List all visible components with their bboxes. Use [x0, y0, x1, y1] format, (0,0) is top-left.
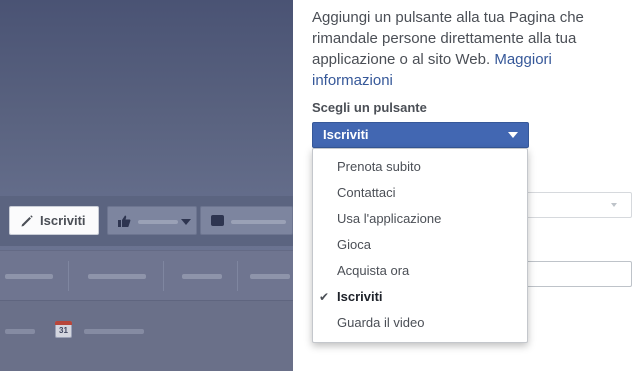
menu-item-label: Contattaci	[337, 185, 396, 200]
calendar-icon: 31	[55, 321, 72, 338]
page-preview: Iscriviti 31	[0, 0, 293, 371]
menu-item-contattaci[interactable]: Contattaci	[313, 180, 527, 206]
message-icon	[211, 215, 224, 226]
tab-placeholder	[182, 274, 222, 279]
menu-item-usa-applicazione[interactable]: Usa l'applicazione	[313, 206, 527, 232]
tab-placeholder	[5, 274, 53, 279]
text-placeholder	[84, 329, 144, 334]
like-button[interactable]	[107, 206, 197, 235]
tab-divider	[237, 261, 238, 291]
menu-item-guarda-video[interactable]: Guarda il video	[313, 310, 527, 336]
menu-item-label: Prenota subito	[337, 159, 421, 174]
menu-item-prenota-subito[interactable]: Prenota subito	[313, 154, 527, 180]
tab-divider	[163, 261, 164, 291]
tab-placeholder	[250, 274, 290, 279]
menu-item-gioca[interactable]: Gioca	[313, 232, 527, 258]
secondary-select-field[interactable]	[512, 192, 632, 218]
tab-divider	[68, 261, 69, 291]
intro-text: Aggiungi un pulsante alla tua Pagina che…	[312, 7, 612, 91]
chevron-down-icon	[611, 203, 617, 207]
tab-placeholder	[88, 274, 146, 279]
thumbs-up-icon	[118, 215, 131, 227]
lower-section: 31	[0, 300, 293, 371]
menu-item-label: Acquista ora	[337, 263, 410, 278]
page-tabs	[0, 250, 293, 300]
pencil-icon	[21, 214, 33, 226]
choose-button-label: Scegli un pulsante	[312, 100, 427, 115]
chevron-down-icon	[508, 132, 518, 138]
menu-item-acquista-ora[interactable]: Acquista ora	[313, 258, 527, 284]
text-placeholder	[5, 329, 35, 334]
check-icon: ✔	[319, 290, 330, 304]
menu-item-iscriviti[interactable]: ✔ Iscriviti	[313, 284, 527, 310]
button-type-select[interactable]: Iscriviti	[312, 122, 529, 148]
like-label-placeholder	[138, 220, 178, 224]
chevron-down-icon	[181, 219, 191, 225]
cta-preview-button[interactable]: Iscriviti	[9, 206, 99, 235]
menu-item-label: Guarda il video	[337, 315, 425, 330]
menu-item-label: Iscriviti	[337, 289, 383, 304]
menu-item-label: Gioca	[337, 237, 371, 252]
message-label-placeholder	[231, 220, 286, 224]
menu-item-label: Usa l'applicazione	[337, 211, 442, 226]
url-input-field[interactable]	[512, 261, 632, 287]
button-type-menu: Prenota subito Contattaci Usa l'applicaz…	[312, 148, 528, 343]
message-button[interactable]	[200, 206, 293, 235]
select-value: Iscriviti	[323, 127, 369, 142]
cta-preview-label: Iscriviti	[40, 213, 86, 228]
